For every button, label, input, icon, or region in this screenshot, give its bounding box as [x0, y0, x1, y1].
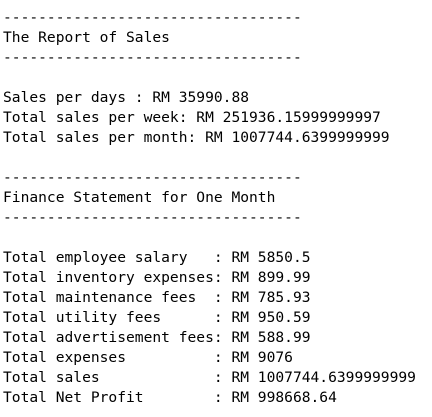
- utility-fees-line: Total utility fees : RM 950.59: [3, 309, 311, 326]
- total-expenses-line: Total expenses : RM 9076: [3, 349, 293, 366]
- sales-per-week-line: Total sales per week: RM 251936.15999999…: [3, 109, 381, 126]
- finance-divider-bottom: ----------------------------------: [3, 209, 302, 226]
- employee-salary-line: Total employee salary : RM 5850.5: [3, 249, 311, 266]
- report-divider-bottom: ----------------------------------: [3, 49, 302, 66]
- inventory-expenses-line: Total inventory expenses: RM 899.99: [3, 269, 311, 286]
- sales-per-day-line: Sales per days : RM 35990.88: [3, 89, 250, 106]
- total-sales-line: Total sales : RM 1007744.6399999999: [3, 369, 416, 386]
- report-title: The Report of Sales: [3, 29, 170, 46]
- report-divider-top: ----------------------------------: [3, 9, 302, 26]
- advertisement-fees-line: Total advertisement fees: RM 588.99: [3, 329, 311, 346]
- console-output: ---------------------------------- The R…: [3, 8, 431, 408]
- sales-per-month-line: Total sales per month: RM 1007744.639999…: [3, 129, 390, 146]
- maintenance-fees-line: Total maintenance fees : RM 785.93: [3, 289, 311, 306]
- finance-title: Finance Statement for One Month: [3, 189, 276, 206]
- finance-divider-top: ----------------------------------: [3, 169, 302, 186]
- net-profit-line: Total Net Profit : RM 998668.64: [3, 389, 337, 406]
